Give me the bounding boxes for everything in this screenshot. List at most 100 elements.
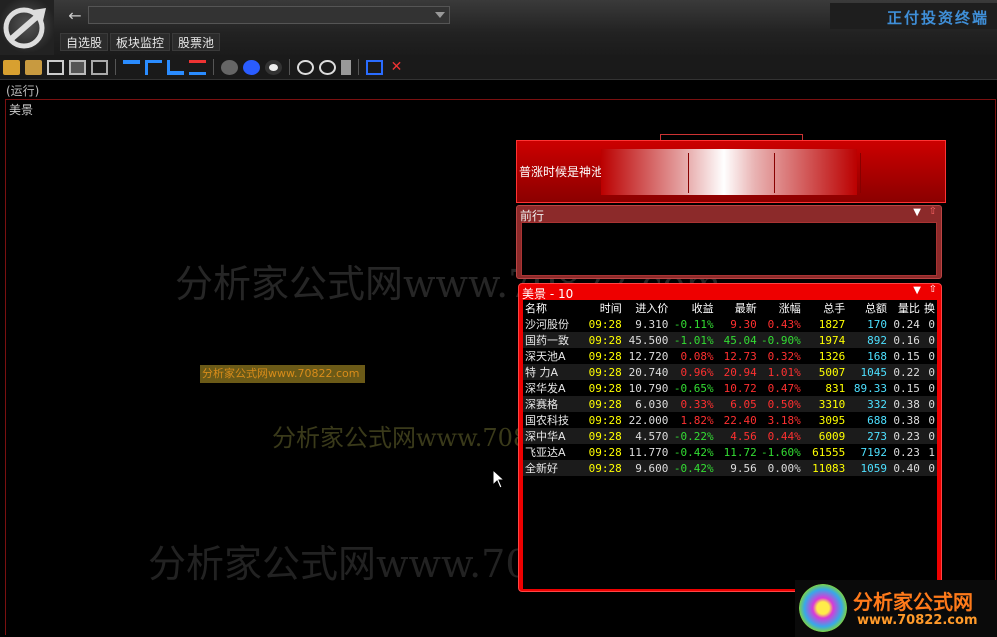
table-row[interactable]: 特 力A 09:28 20.740 0.96% 20.94 1.01% 5007 1045 0.… bbox=[523, 364, 937, 380]
table-cell: 11.72 bbox=[723, 445, 757, 459]
table-cell: 09:28 bbox=[588, 349, 622, 363]
table-cell: -0.42% bbox=[673, 445, 714, 459]
menu-item-watchlist[interactable]: 自选股 bbox=[60, 33, 109, 51]
table-row[interactable]: 国药一致 09:28 45.500 -1.01% 45.04 -0.90% 1974 892 0… bbox=[523, 332, 937, 348]
panel-menu-icon[interactable]: ▼ bbox=[913, 207, 921, 218]
open-folder-icon[interactable] bbox=[3, 59, 20, 75]
table-cell: 1326 bbox=[818, 349, 846, 363]
column-header[interactable]: 换 bbox=[921, 300, 937, 316]
column-header[interactable]: 名称 bbox=[523, 300, 585, 316]
table-cell: 3.18% bbox=[767, 413, 801, 427]
align-left-icon[interactable] bbox=[145, 59, 162, 75]
table-cell: 0.50% bbox=[758, 396, 803, 412]
column-header[interactable]: 进入价 bbox=[623, 300, 671, 316]
table-row[interactable]: 全新好 09:28 9.600 -0.42% 9.56 0.00% 11083 1059 0.4… bbox=[523, 460, 937, 476]
back-arrow-icon[interactable]: ← bbox=[64, 7, 86, 25]
column-header[interactable]: 收益 bbox=[670, 300, 716, 316]
table-row[interactable]: 沙河股份 09:28 9.310 -0.11% 9.30 0.43% 1827 170 0.24… bbox=[523, 316, 937, 332]
table-cell: 0.16 bbox=[889, 332, 922, 348]
table-cell: 12.720 bbox=[628, 349, 669, 363]
menu-item-stock-pool[interactable]: 股票池 bbox=[172, 33, 221, 51]
table-cell: 170 bbox=[867, 317, 888, 331]
zoom-in-icon[interactable] bbox=[297, 59, 314, 75]
chevron-down-icon[interactable] bbox=[435, 12, 445, 18]
toolbar-divider bbox=[358, 59, 359, 75]
flower-logo-icon bbox=[799, 584, 847, 632]
table-cell: -0.90% bbox=[758, 332, 803, 348]
table-cell: 892 bbox=[847, 332, 890, 348]
app-logo-icon bbox=[0, 0, 54, 55]
table-row[interactable]: 飞亚达A 09:28 11.770 -0.42% 11.72 -1.60% 61555 719… bbox=[523, 444, 937, 460]
table-cell: 1.82% bbox=[680, 413, 714, 427]
table-cell: 5007 bbox=[802, 364, 848, 380]
table-cell: 0.24 bbox=[893, 317, 920, 331]
table-cell: 沙河股份 bbox=[525, 318, 569, 331]
bar-divider bbox=[688, 153, 689, 193]
table-cell: 831 bbox=[825, 381, 846, 395]
quote-table: 名称 时间 进入价 收益 最新 涨幅 总手 总额 量比换 沙河股份 09:28 9.310 -0.11… bbox=[523, 300, 937, 476]
table-cell: 0.33% bbox=[670, 396, 716, 412]
table-cell: 273 bbox=[847, 428, 890, 444]
column-header[interactable]: 时间 bbox=[584, 300, 624, 316]
stop-icon[interactable] bbox=[265, 59, 282, 75]
column-header[interactable]: 总手 bbox=[802, 300, 848, 316]
table-cell: 09:28 bbox=[584, 364, 624, 380]
table-cell: 332 bbox=[847, 396, 890, 412]
address-input[interactable] bbox=[88, 6, 450, 24]
close-icon[interactable]: ✕ bbox=[388, 59, 405, 75]
table-cell: 22.000 bbox=[628, 413, 669, 427]
delete-list-icon[interactable] bbox=[341, 59, 351, 75]
table-cell: 3310 bbox=[802, 396, 848, 412]
pause-icon[interactable] bbox=[243, 59, 260, 75]
table-cell: 20.740 bbox=[623, 364, 671, 380]
panel-menu-icon[interactable]: ▼ bbox=[913, 285, 921, 296]
column-header[interactable]: 最新 bbox=[715, 300, 759, 316]
table-row[interactable]: 国农科技 09:28 22.000 1.82% 22.40 3.18% 3095 688 0.3… bbox=[523, 412, 937, 428]
table-cell: 0.08% bbox=[680, 349, 714, 363]
table-cell: 10.790 bbox=[628, 381, 669, 395]
table-cell: 22.40 bbox=[723, 413, 757, 427]
menu-item-sector-monitor[interactable]: 板块监控 bbox=[110, 33, 171, 51]
align-top-icon[interactable] bbox=[123, 59, 140, 75]
brand-title: 正付投资终端 bbox=[886, 9, 989, 27]
table-cell: 0 bbox=[921, 460, 937, 476]
column-header[interactable]: 总额 bbox=[847, 300, 890, 316]
table-row[interactable]: 深华发A 09:28 10.790 -0.65% 10.72 0.47% 831 89.33 0… bbox=[523, 380, 937, 396]
copy-icon[interactable] bbox=[91, 59, 108, 75]
table-cell: -0.42% bbox=[670, 460, 716, 476]
table-cell: 89.33 bbox=[853, 381, 888, 395]
table-cell: 168 bbox=[867, 349, 888, 363]
play-icon[interactable] bbox=[221, 59, 238, 75]
panel-body bbox=[521, 222, 937, 276]
add-folder-icon[interactable] bbox=[25, 59, 42, 75]
table-cell: 0.00% bbox=[758, 460, 803, 476]
table-cell: 09:28 bbox=[588, 381, 622, 395]
table-cell: -0.22% bbox=[670, 428, 716, 444]
table-cell: 09:28 bbox=[584, 460, 624, 476]
table-cell: 0 bbox=[921, 364, 937, 380]
align-center-icon[interactable] bbox=[189, 59, 206, 75]
table-row[interactable]: 深赛格 09:28 6.030 0.33% 6.05 0.50% 3310 332 0.38 0 bbox=[523, 396, 937, 412]
table-row[interactable]: 深中华A 09:28 4.570 -0.22% 4.56 0.44% 6009 273 0.23… bbox=[523, 428, 937, 444]
table-cell: 7192 bbox=[860, 445, 888, 459]
header-widget[interactable]: 普涨时候是神池 bbox=[516, 140, 946, 203]
site-logo-title: 分析家公式网 bbox=[853, 590, 973, 614]
table-cell: 0.96% bbox=[670, 364, 716, 380]
table-cell: 0.38 bbox=[889, 396, 922, 412]
table-cell: 0.38 bbox=[893, 413, 920, 427]
column-header[interactable]: 涨幅 bbox=[758, 300, 803, 316]
panel-collapse-icon[interactable]: ⇧ bbox=[929, 206, 937, 217]
frame-icon[interactable] bbox=[366, 59, 383, 75]
table-cell: 9.56 bbox=[715, 460, 759, 476]
panel-collapse-icon[interactable]: ⇧ bbox=[929, 284, 937, 295]
save-icon[interactable] bbox=[47, 59, 64, 75]
edit-icon[interactable] bbox=[69, 59, 86, 75]
zoom-out-icon[interactable] bbox=[319, 59, 336, 75]
align-bottom-icon[interactable] bbox=[167, 59, 184, 75]
table-cell: 61555 bbox=[812, 445, 846, 459]
table-cell: 09:28 bbox=[588, 317, 622, 331]
column-header[interactable]: 量比 bbox=[889, 300, 922, 316]
site-logo-url: www.70822.com bbox=[857, 613, 978, 628]
table-row[interactable]: 深天池A 09:28 12.720 0.08% 12.73 0.32% 1326 168 0.1… bbox=[523, 348, 937, 364]
workspace-title: 美景 bbox=[9, 103, 34, 117]
